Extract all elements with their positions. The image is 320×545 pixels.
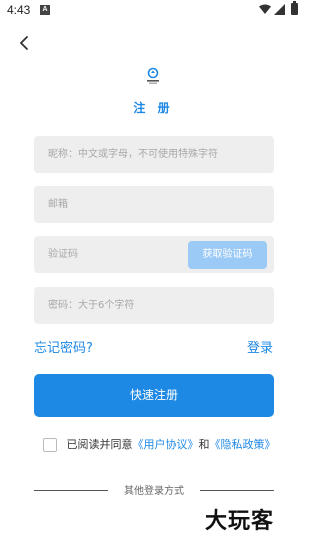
wifi-icon — [259, 4, 271, 14]
page-title: 注 册 — [133, 101, 174, 115]
app-logo-icon — [147, 67, 159, 84]
other-login-divider: 其他登录方式 — [34, 481, 274, 499]
agreement-text: 已阅读并同意《用户协议》和《隐私政策》 — [64, 436, 278, 454]
privacy-policy-link[interactable]: 《隐私政策》 — [210, 438, 276, 451]
agreement-prefix: 已阅读并同意 — [66, 438, 133, 451]
nickname-field[interactable]: 昵称：中文或字母，不可使用特殊字符 — [34, 136, 274, 173]
watermark: 大玩客 — [205, 509, 275, 534]
notification-a-icon: A — [40, 5, 50, 15]
back-arrow-icon[interactable] — [16, 34, 34, 52]
user-agreement-link[interactable]: 《用户协议》 — [133, 438, 199, 451]
register-button[interactable]: 快速注册 — [34, 374, 274, 417]
status-time: 4:43 — [7, 3, 31, 17]
password-placeholder: 密码：大于6个字符 — [48, 300, 135, 311]
nickname-placeholder: 昵称：中文或字母，不可使用特殊字符 — [48, 149, 218, 160]
divider-line-right — [200, 490, 274, 491]
agreement-and: 和 — [198, 438, 210, 451]
get-code-button[interactable]: 获取验证码 — [188, 241, 267, 269]
status-bar: 4:43 A — [0, 0, 307, 24]
verification-code-placeholder: 验证码 — [48, 249, 78, 260]
signal-icon — [274, 4, 285, 15]
agreement-checkbox[interactable] — [43, 438, 57, 452]
login-link[interactable]: 登录 — [247, 337, 273, 356]
email-placeholder: 邮箱 — [48, 199, 68, 210]
email-field[interactable]: 邮箱 — [34, 186, 274, 223]
battery-icon — [291, 1, 298, 15]
forgot-password-link[interactable]: 忘记密码? — [34, 337, 93, 356]
password-field[interactable]: 密码：大于6个字符 — [34, 287, 274, 324]
